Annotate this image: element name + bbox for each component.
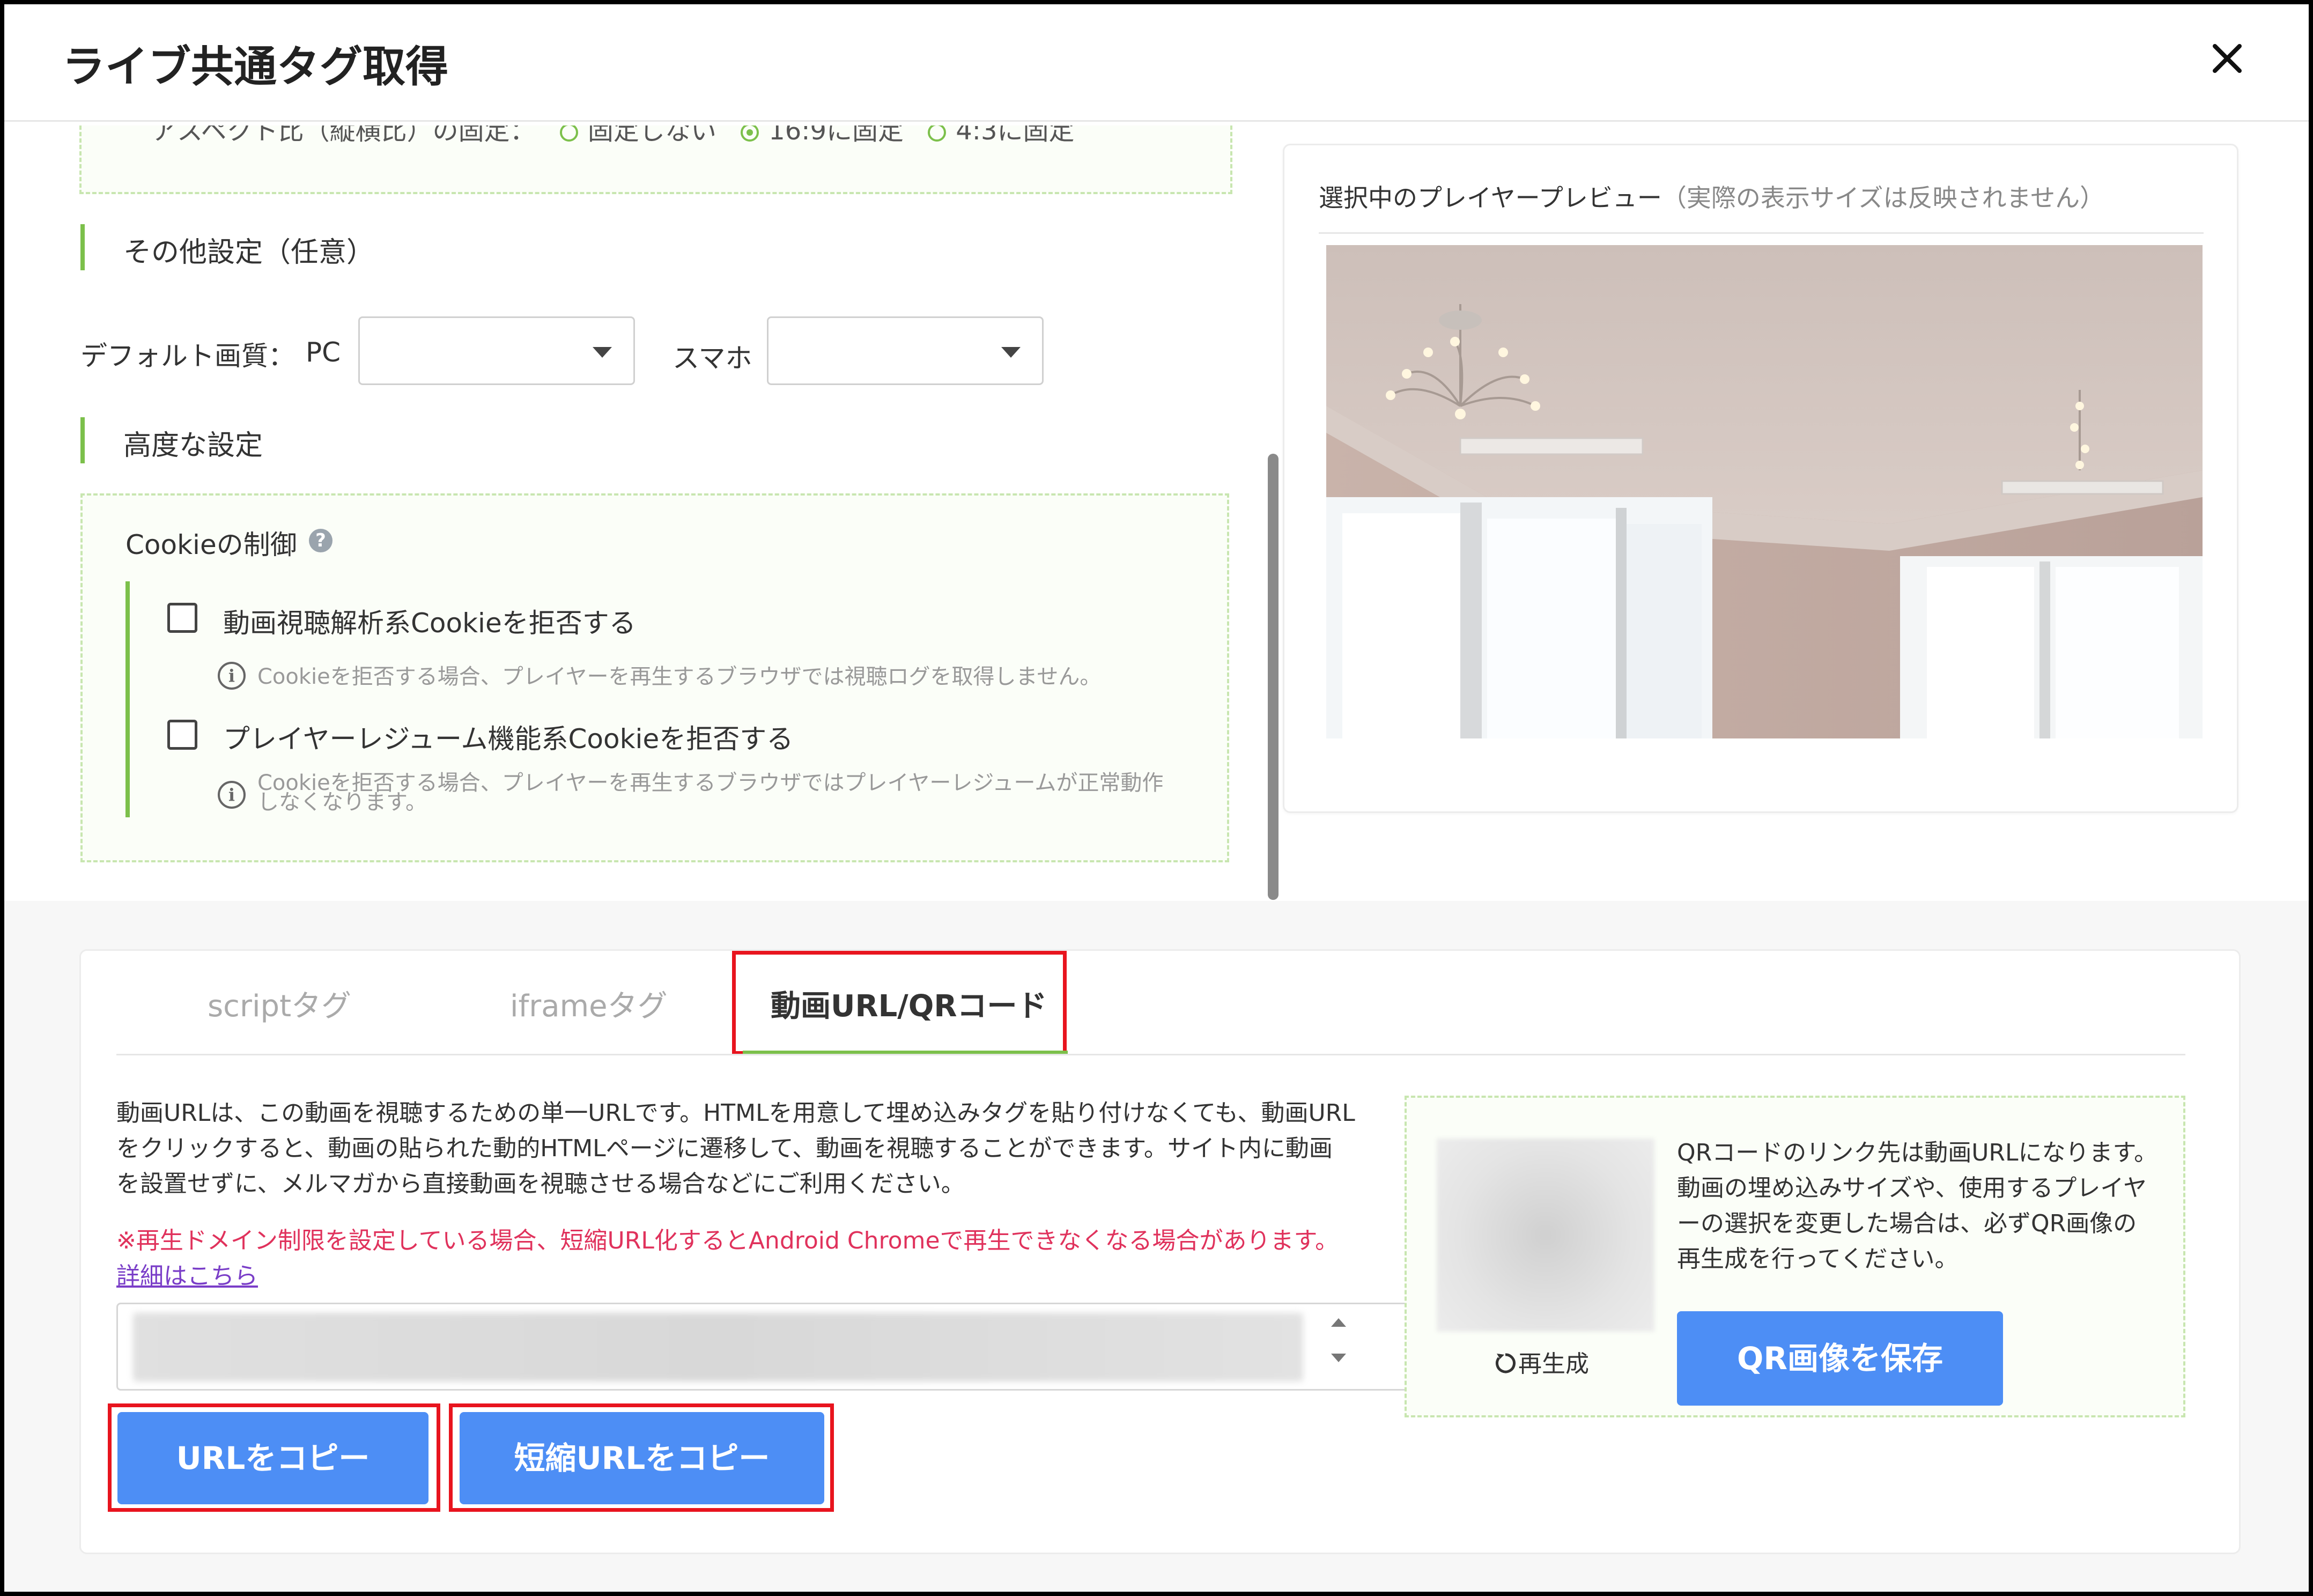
aspect-radio-16-9[interactable]: [741, 125, 759, 142]
tab-active-indicator: [743, 1051, 1068, 1054]
highlight-box-tab: [732, 951, 1067, 1055]
aspect-radio-none[interactable]: [559, 125, 578, 142]
scrollbar-thumb[interactable]: [1268, 454, 1279, 900]
video-url-value-redacted: [133, 1313, 1303, 1381]
tab-iframe[interactable]: iframeタグ: [510, 982, 668, 1025]
close-icon[interactable]: [2208, 40, 2246, 77]
analytics-cookie-note: Cookieを拒否する場合、プレイヤーを再生するブラウザでは視聴ログを取得しませ…: [257, 664, 1102, 689]
chevron-down-icon: [593, 347, 612, 358]
dialog-header: ライブ共通タグ取得: [4, 4, 2309, 122]
divider: [1319, 232, 2204, 234]
info-icon: i: [218, 781, 246, 809]
player-preview-video[interactable]: [1326, 245, 2203, 738]
info-icon: i: [218, 662, 246, 690]
copy-url-button[interactable]: URLをコピー: [117, 1412, 428, 1504]
section-accent-bar: [80, 224, 85, 270]
scroll-down-icon[interactable]: [1331, 1354, 1346, 1362]
section-accent-bar: [80, 417, 85, 463]
details-link[interactable]: 詳細はこちら: [116, 1257, 258, 1291]
regenerate-button[interactable]: 再生成: [1492, 1344, 1589, 1379]
reject-analytics-cookie-label[interactable]: 動画視聴解析系Cookieを拒否する: [223, 602, 636, 640]
player-preview-panel: 選択中のプレイヤープレビュー（実際の表示サイズは反映されません）: [1283, 144, 2238, 813]
regenerate-label: 再生成: [1518, 1350, 1589, 1378]
video-url-description-line3: を設置せずに、メルマガから直接動画を視聴させる場合などにご利用ください。: [116, 1170, 965, 1198]
aspect-ratio-box: アスペクト比（縦横比）の固定： 固定しない 16:9に固定 4:3に固定: [79, 125, 1232, 194]
resume-cookie-note-line2: しなくなります。: [257, 790, 427, 815]
other-settings-heading: その他設定（任意）: [123, 237, 375, 269]
qr-description-line3: ーの選択を変更した場合は、必ずQR画像の: [1677, 1210, 2137, 1237]
pc-quality-select[interactable]: [358, 316, 635, 385]
tab-script[interactable]: scriptタグ: [208, 982, 351, 1025]
aspect-ratio-label: アスペクト比（縦横比）の固定：: [151, 125, 536, 146]
video-url-description-line2: をクリックすると、動画の貼られた動的HTMLページに遷移して、動画を視聴すること…: [116, 1135, 1333, 1162]
cookie-accent-bar: [125, 581, 130, 817]
preview-title: 選択中のプレイヤープレビュー（実際の表示サイズは反映されません）: [1319, 179, 2104, 214]
save-qr-image-button[interactable]: QR画像を保存: [1677, 1311, 2003, 1406]
cookie-control-box: Cookieの制御 ? 動画視聴解析系Cookieを拒否する i Cookieを…: [80, 493, 1229, 862]
sp-label: スマホ: [673, 343, 752, 374]
chevron-down-icon: [1001, 347, 1021, 358]
aspect-ratio-row: アスペクト比（縦横比）の固定： 固定しない 16:9に固定 4:3に固定: [151, 125, 1075, 147]
qr-description-line1: QRコードのリンク先は動画URLになります。: [1677, 1139, 2158, 1166]
short-url-warning: ※再生ドメイン制限を設定している場合、短縮URL化するとAndroid Chro…: [116, 1227, 1339, 1254]
pc-label: PC: [306, 337, 341, 368]
preview-title-text: 選択中のプレイヤープレビュー: [1319, 183, 1662, 212]
dialog: ライブ共通タグ取得 アスペクト比（縦横比）の固定： 固定しない 16:9に固定 …: [0, 0, 2313, 1596]
tab-divider: [116, 1054, 2185, 1055]
advanced-heading: 高度な設定: [123, 430, 263, 462]
copy-short-url-button[interactable]: 短縮URLをコピー: [460, 1412, 824, 1504]
video-url-field[interactable]: [116, 1303, 1443, 1391]
qr-description: QRコードのリンク先は動画URLになります。 動画の埋め込みサイズや、使用するプ…: [1677, 1135, 2170, 1277]
reject-resume-cookie-checkbox[interactable]: [167, 720, 197, 750]
cookie-control-title: Cookieの制御: [125, 529, 297, 560]
scroll-up-icon[interactable]: [1331, 1318, 1346, 1327]
reject-analytics-cookie-checkbox[interactable]: [167, 603, 197, 633]
help-icon[interactable]: ?: [309, 529, 332, 552]
aspect-radio-4-3[interactable]: [928, 125, 947, 142]
default-quality-label: デフォルト画質：: [80, 341, 295, 372]
dialog-title: ライブ共通タグ取得: [62, 42, 448, 92]
qr-code-box: 再生成 QRコードのリンク先は動画URLになります。 動画の埋め込みサイズや、使…: [1405, 1096, 2185, 1417]
refresh-icon: [1496, 1353, 1516, 1373]
preview-subtitle: （実際の表示サイズは反映されません）: [1661, 183, 2105, 212]
aspect-option-4-3: 4:3に固定: [956, 125, 1075, 146]
aspect-option-16-9: 16:9に固定: [768, 125, 904, 146]
video-url-description-line1: 動画URLは、この動画を視聴するための単一URLです。HTMLを用意して埋め込み…: [116, 1099, 1355, 1127]
reject-resume-cookie-label[interactable]: プレイヤーレジューム機能系Cookieを拒否する: [223, 718, 793, 756]
qr-description-line4: 再生成を行ってください。: [1677, 1245, 1959, 1273]
sp-quality-select[interactable]: [767, 316, 1044, 385]
aspect-option-none: 固定しない: [587, 125, 716, 146]
qr-code-image-redacted: [1437, 1139, 1654, 1332]
video-url-description: 動画URLは、この動画を視聴するための単一URLです。HTMLを用意して埋め込み…: [116, 1096, 1457, 1202]
qr-description-line2: 動画の埋め込みサイズや、使用するプレイヤ: [1677, 1174, 2147, 1202]
tag-panel: scriptタグ iframeタグ 動画URL/QRコード 動画URLは、この動…: [79, 949, 2241, 1554]
